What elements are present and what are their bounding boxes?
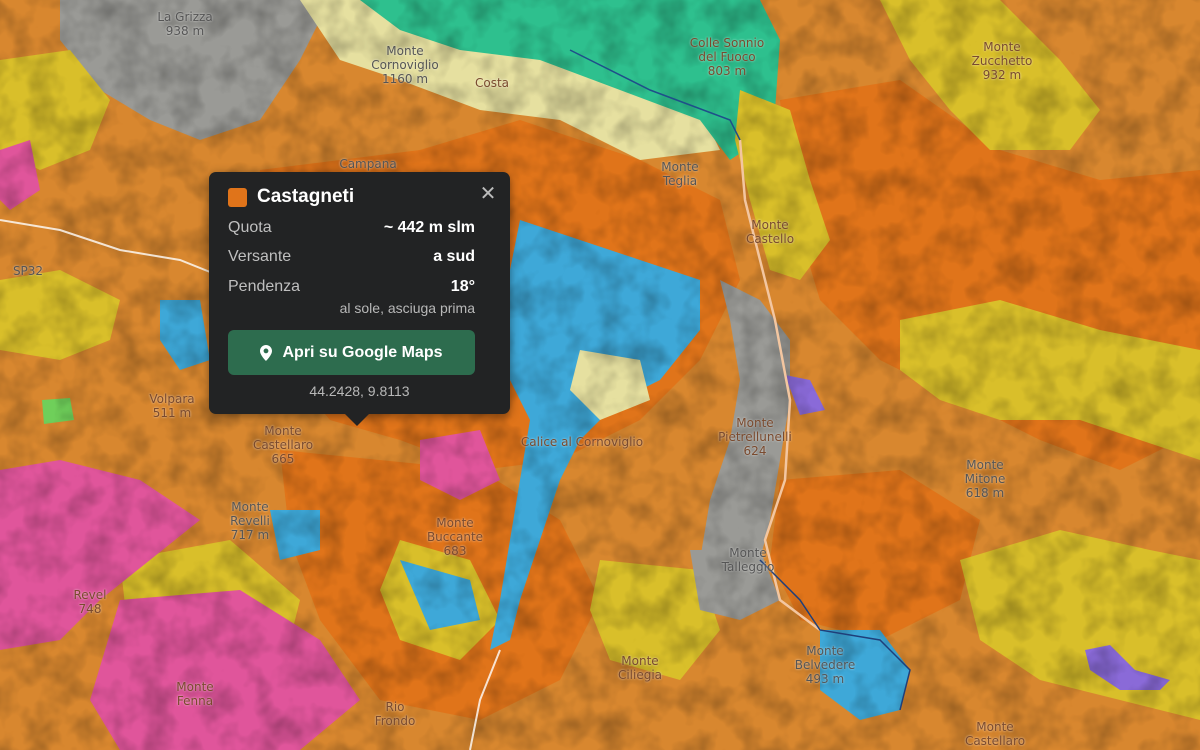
place-label: Volpara 511 m — [149, 392, 195, 420]
row-quota: Quota ~ 442 m slm — [228, 219, 475, 237]
row-versante: Versante a sud — [228, 248, 475, 266]
place-label: Costa — [474, 76, 510, 90]
place-label: Monte Buccante 683 — [426, 516, 484, 558]
place-label: Monte Ciliegia — [617, 654, 663, 682]
row-value: ~ 442 m slm — [383, 219, 475, 236]
hillshade-overlay — [0, 0, 1200, 750]
popup-title: Castagneti — [228, 186, 354, 208]
popup-title-text: Castagneti — [257, 186, 355, 207]
row-label: Versante — [228, 248, 292, 265]
open-google-maps-label: Apri su Google Maps — [282, 343, 443, 361]
place-label: Monte Teglia — [661, 160, 699, 188]
place-label: Monte Mitone 618 m — [964, 458, 1006, 500]
place-label: Monte Belvedere 493 m — [794, 644, 856, 686]
place-label: Monte Talleggio — [721, 546, 775, 574]
row-value: 18° — [450, 278, 475, 295]
place-label: Campana — [339, 157, 397, 171]
place-label: Monte Fenna — [176, 680, 214, 708]
place-label: Monte Revelli 717 m — [230, 500, 270, 542]
slope-note: al sole, asciuga prima — [339, 300, 475, 316]
place-label: Monte Castello — [745, 218, 795, 246]
place-label: SP32 — [12, 264, 44, 278]
place-label: Monte Zucchetto 932 m — [971, 40, 1033, 82]
map-canvas[interactable] — [0, 0, 1200, 750]
place-label: Monte Castellaro 665 — [252, 424, 314, 466]
place-label: Monte Pietrellunelli 624 — [718, 416, 792, 458]
place-label: Rio Frondo — [374, 700, 416, 728]
open-google-maps-button[interactable]: Apri su Google Maps — [228, 330, 475, 375]
coordinates-readout: 44.2428, 9.8113 — [309, 383, 410, 399]
place-label: Colle Sonnio del Fuoco 803 m — [689, 36, 765, 78]
popup-pointer — [343, 412, 371, 426]
category-swatch — [228, 187, 247, 207]
row-label: Quota — [228, 219, 272, 236]
place-label: Calice al Cornoviglio — [520, 435, 644, 449]
place-label: La Grizza 938 m — [157, 10, 213, 38]
place-label: Monte Castellaro — [964, 720, 1026, 748]
map-pin-icon — [260, 344, 273, 361]
row-pendenza: Pendenza 18° — [228, 278, 475, 296]
close-icon[interactable]: ✕ — [478, 184, 498, 204]
info-popup: Castagneti ✕ Quota ~ 442 m slm Versante … — [209, 172, 510, 414]
place-label: Revel 748 — [73, 588, 107, 616]
row-value: a sud — [433, 248, 475, 265]
place-label: Monte Cornoviglio 1160 m — [371, 44, 439, 86]
row-label: Pendenza — [228, 278, 301, 295]
